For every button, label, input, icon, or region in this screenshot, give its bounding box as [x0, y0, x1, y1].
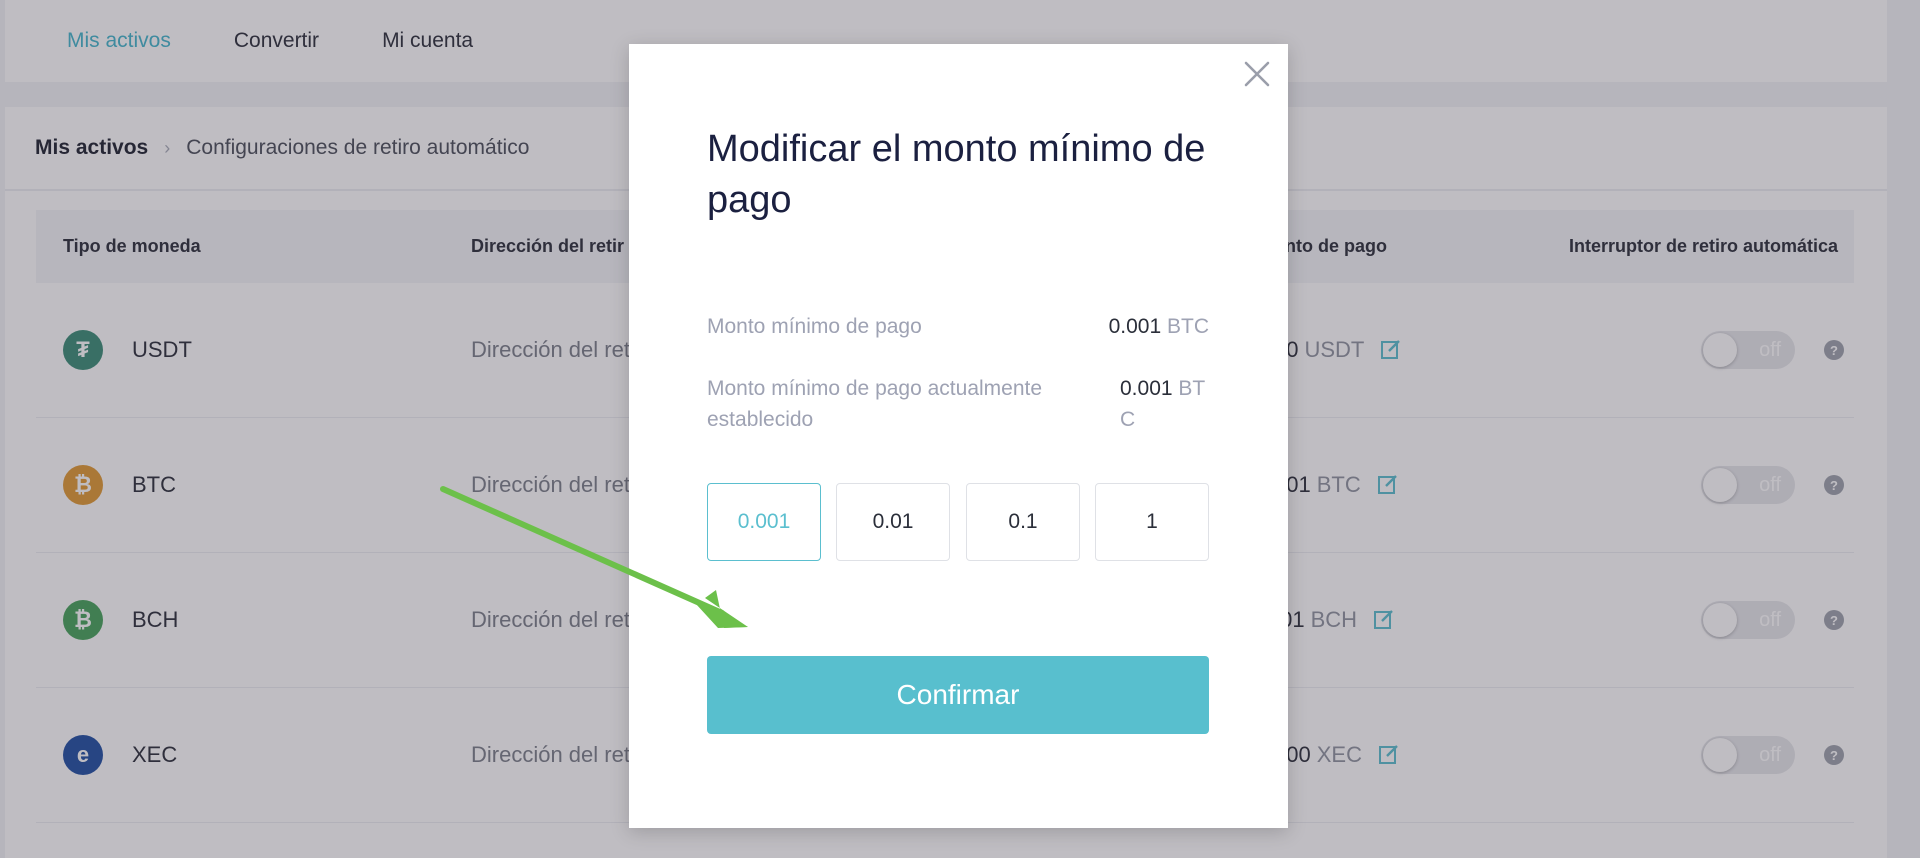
- min-amount-display: 0.001 BTC: [1109, 311, 1209, 342]
- amount-option-0-1[interactable]: 0.1: [966, 483, 1080, 561]
- current-amount-info: Monto mínimo de pago actualmente estable…: [707, 373, 1209, 435]
- current-amount-display: 0.001 BTC: [1120, 373, 1209, 435]
- min-amount-number: 0.001: [1108, 315, 1162, 338]
- amount-option-1[interactable]: 1: [1095, 483, 1209, 561]
- min-amount-unit: BTC: [1167, 315, 1209, 338]
- amount-option-0-01[interactable]: 0.01: [836, 483, 950, 561]
- current-amount-label: Monto mínimo de pago actualmente estable…: [707, 377, 1043, 431]
- modal-title: Modificar el monto mínimo de pago: [707, 128, 1206, 221]
- current-amount-number: 0.001: [1120, 377, 1173, 400]
- amount-option-0-001[interactable]: 0.001: [707, 483, 821, 561]
- min-amount-info: Monto mínimo de pago 0.001 BTC: [707, 311, 1209, 342]
- close-icon[interactable]: [1242, 59, 1272, 89]
- min-amount-modal: Modificar el monto mínimo de pago Monto …: [629, 44, 1288, 828]
- min-amount-label: Monto mínimo de pago: [707, 315, 922, 338]
- confirm-button[interactable]: Confirmar: [707, 656, 1209, 734]
- amount-options: 0.001 0.01 0.1 1: [707, 483, 1209, 561]
